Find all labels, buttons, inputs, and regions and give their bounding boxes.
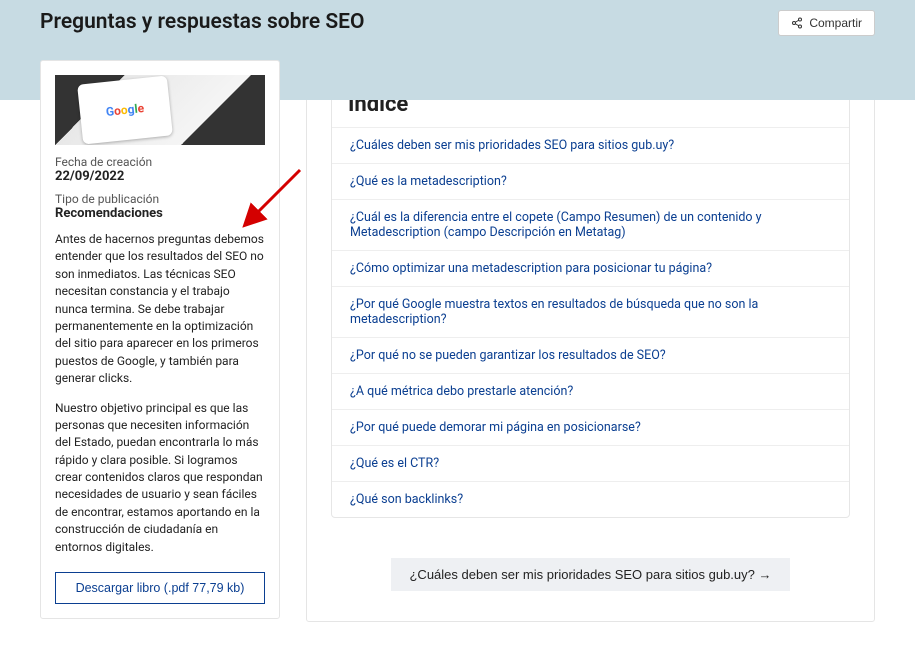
share-button[interactable]: Compartir [778, 10, 875, 36]
publication-type-value: Recomendaciones [55, 206, 265, 221]
publication-thumbnail: Google [55, 75, 265, 145]
publication-type-label: Tipo de publicación [55, 192, 265, 206]
download-button[interactable]: Descargar libro (.pdf 77,79 kb) [55, 572, 265, 604]
creation-date-value: 22/09/2022 [55, 169, 265, 184]
index-item: ¿A qué métrica debo prestarle atención? [332, 374, 849, 410]
index-item: ¿Qué son backlinks? [332, 482, 849, 517]
index-link[interactable]: ¿A qué métrica debo prestarle atención? [332, 374, 849, 409]
index-link[interactable]: ¿Por qué puede demorar mi página en posi… [332, 410, 849, 445]
index-item: ¿Qué es el CTR? [332, 446, 849, 482]
index-link[interactable]: ¿Por qué no se pueden garantizar los res… [332, 338, 849, 373]
index-link[interactable]: ¿Por qué Google muestra textos en result… [332, 287, 849, 337]
index-item: ¿Por qué Google muestra textos en result… [332, 287, 849, 338]
index-box: Índice ¿Cuáles deben ser mis prioridades… [331, 79, 850, 518]
description-paragraph-2: Nuestro objetivo principal es que las pe… [55, 400, 265, 557]
index-link[interactable]: ¿Cuáles deben ser mis prioridades SEO pa… [332, 128, 849, 163]
creation-date-label: Fecha de creación [55, 155, 265, 169]
index-link[interactable]: ¿Cuál es la diferencia entre el copete (… [332, 200, 849, 250]
index-link[interactable]: ¿Qué son backlinks? [332, 482, 849, 517]
index-item: ¿Cómo optimizar una metadescription para… [332, 251, 849, 287]
next-section-button[interactable]: ¿Cuáles deben ser mis prioridades SEO pa… [391, 558, 789, 591]
index-item: ¿Cuál es la diferencia entre el copete (… [332, 200, 849, 251]
index-link[interactable]: ¿Qué es el CTR? [332, 446, 849, 481]
index-list: ¿Cuáles deben ser mis prioridades SEO pa… [332, 128, 849, 517]
index-link[interactable]: ¿Qué es la metadescription? [332, 164, 849, 199]
description-paragraph-1: Antes de hacernos preguntas debemos ente… [55, 231, 265, 388]
main-content: Índice ¿Cuáles deben ser mis prioridades… [306, 60, 875, 622]
index-item: ¿Cuáles deben ser mis prioridades SEO pa… [332, 128, 849, 164]
index-link[interactable]: ¿Cómo optimizar una metadescription para… [332, 251, 849, 286]
page-title: Preguntas y respuestas sobre SEO [40, 10, 365, 34]
sidebar: Google Fecha de creación 22/09/2022 Tipo… [40, 60, 280, 619]
index-item: ¿Por qué puede demorar mi página en posi… [332, 410, 849, 446]
share-label: Compartir [809, 16, 862, 30]
share-icon [791, 17, 803, 29]
thumbnail-phone: Google [77, 75, 173, 144]
index-item: ¿Por qué no se pueden garantizar los res… [332, 338, 849, 374]
index-item: ¿Qué es la metadescription? [332, 164, 849, 200]
